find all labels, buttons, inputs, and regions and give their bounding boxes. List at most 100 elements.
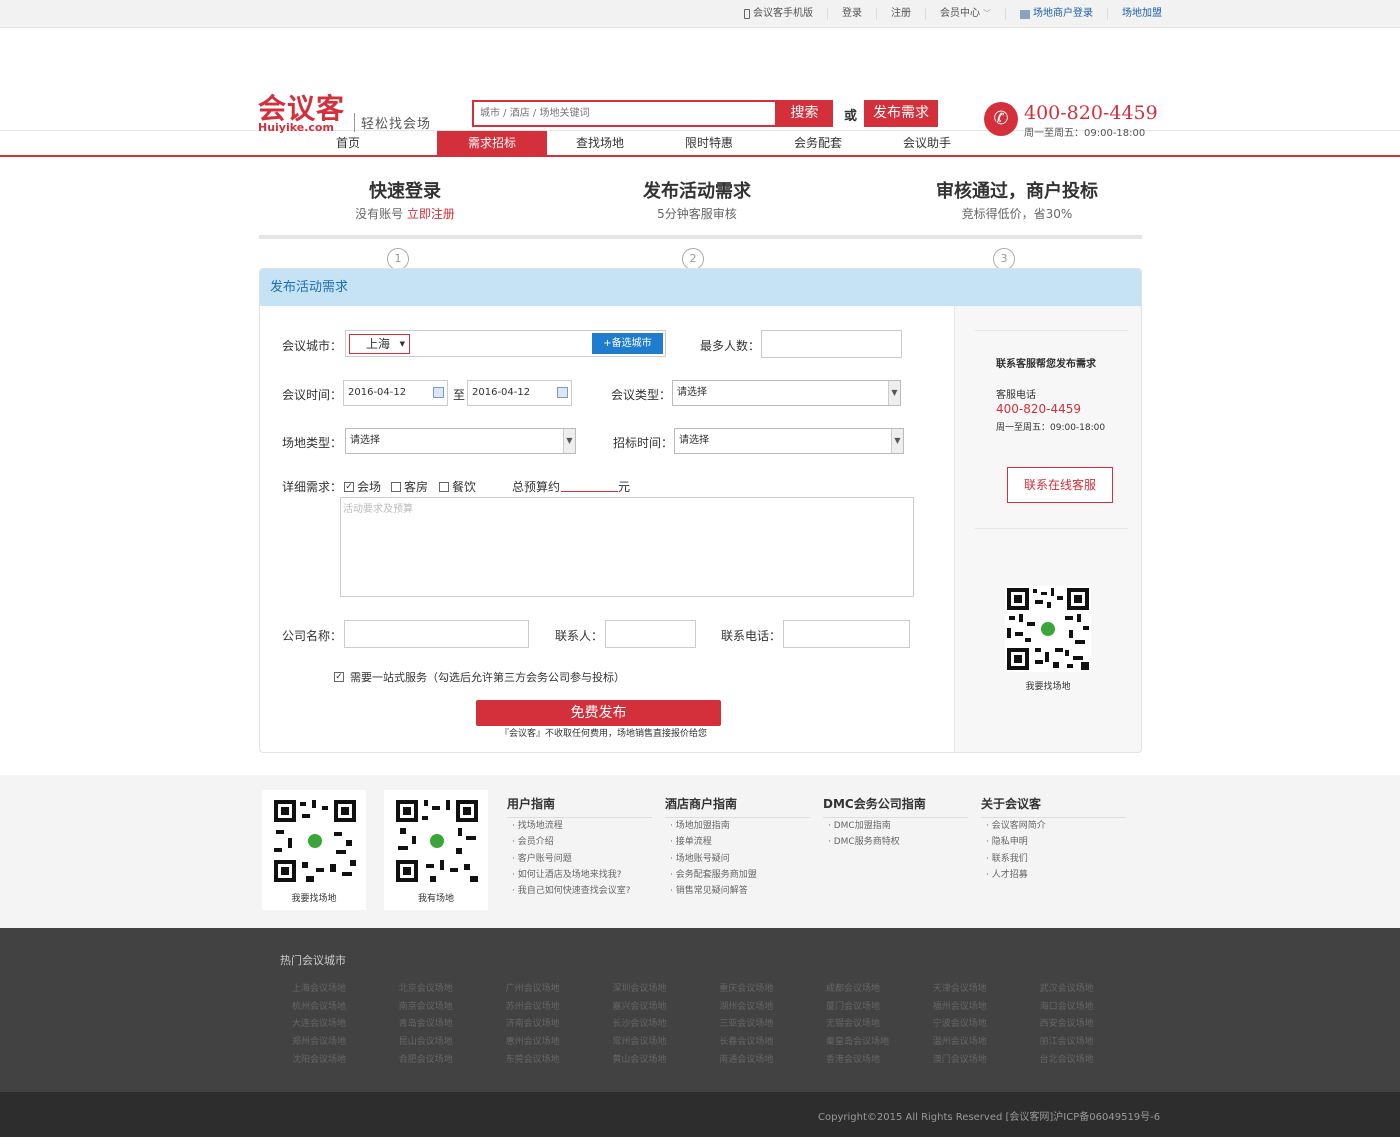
hot-city-link[interactable]: 苏州会议场地 — [506, 999, 560, 1012]
budget-unit: 元 — [618, 480, 631, 494]
footer-link[interactable]: · 找场地流程 — [507, 818, 652, 834]
one-stop-checkbox[interactable]: ✓ 需要一站式服务（勾选后允许第三方会务公司参与投标） — [334, 669, 625, 685]
hot-city-link[interactable]: 湖州会议场地 — [719, 999, 773, 1012]
hot-city-link[interactable]: 青岛会议场地 — [399, 1016, 453, 1029]
hot-city-link[interactable]: 嘉兴会议场地 — [612, 999, 666, 1012]
member-center-link[interactable]: 会员中心 ﹀ — [926, 8, 1006, 20]
demand-form: 会议城市： 上海 ▼ +备选城市 最多人数： 会议时间： 2016-04-12 至… — [260, 306, 954, 752]
hot-city-link[interactable]: 长春会议场地 — [719, 1034, 773, 1047]
logo[interactable]: 会议客 Huiyike.com 轻松找会场 — [258, 94, 430, 134]
hot-city-link[interactable]: 温州会议场地 — [933, 1034, 987, 1047]
budget-input[interactable] — [561, 491, 618, 492]
calendar-icon[interactable] — [433, 387, 444, 398]
hot-city-link[interactable]: 成都会议场地 — [826, 981, 880, 994]
hot-city-link[interactable]: 沈阳会议场地 — [292, 1052, 346, 1065]
date-to-input[interactable]: 2016-04-12 — [467, 380, 572, 406]
footer-link[interactable]: · 销售常见疑问解答 — [665, 883, 810, 899]
hot-city-link[interactable]: 海口会议场地 — [1040, 999, 1094, 1012]
venue-type-select[interactable]: 请选择 ▼ — [345, 428, 576, 454]
add-city-button[interactable]: +备选城市 — [592, 333, 663, 354]
register-now-link[interactable]: 立即注册 — [407, 207, 455, 221]
footer-link[interactable]: · 客户账号问题 — [507, 851, 652, 867]
hot-city-link[interactable]: 合肥会议场地 — [399, 1052, 453, 1065]
food-checkbox[interactable]: 餐饮 — [439, 478, 476, 495]
room-checkbox[interactable]: 客房 — [391, 478, 428, 495]
hot-city-link[interactable]: 郑州会议场地 — [292, 1034, 346, 1047]
meeting-type-select[interactable]: 请选择 ▼ — [672, 380, 901, 406]
footer-link[interactable]: · 场地账号疑问 — [665, 851, 810, 867]
hot-city-link[interactable]: 杭州会议场地 — [292, 999, 346, 1012]
hot-city-link[interactable]: 黄山会议场地 — [612, 1052, 666, 1065]
nav-find-venue[interactable]: 查找场地 — [545, 131, 655, 155]
building-icon — [1020, 9, 1030, 19]
footer-link[interactable]: · 会议客网简介 — [981, 818, 1126, 834]
footer-link[interactable]: · 我自己如何快速查找会议室? — [507, 883, 652, 899]
search-button[interactable]: 搜索 — [776, 100, 833, 127]
hot-city-link[interactable]: 宁波会议场地 — [933, 1016, 987, 1029]
nav-assistant[interactable]: 会议助手 — [872, 131, 982, 155]
contact-input[interactable] — [605, 620, 696, 648]
hot-city-link[interactable]: 丽江会议场地 — [1040, 1034, 1094, 1047]
hot-city-link[interactable]: 长沙会议场地 — [612, 1016, 666, 1029]
nav-services[interactable]: 会务配套 — [763, 131, 873, 155]
hot-city-link[interactable]: 厦门会议场地 — [826, 999, 880, 1012]
register-link[interactable]: 注册 — [877, 8, 926, 20]
footer-link[interactable]: · 联系我们 — [981, 851, 1126, 867]
login-link[interactable]: 登录 — [828, 8, 877, 20]
max-people-input[interactable] — [761, 330, 902, 358]
city-select[interactable]: 上海 ▼ — [349, 334, 410, 354]
hot-city-link[interactable]: 南京会议场地 — [399, 999, 453, 1012]
nav-bidding[interactable]: 需求招标 — [437, 131, 547, 155]
footer-link[interactable]: · DMC服务商特权 — [823, 834, 968, 850]
nav-home[interactable]: 首页 — [293, 131, 403, 155]
checkbox-checked-icon: ✓ — [334, 672, 344, 682]
hot-city-link[interactable]: 济南会议场地 — [506, 1016, 560, 1029]
hot-city-link[interactable]: 西安会议场地 — [1040, 1016, 1094, 1029]
hot-city-link[interactable]: 上海会议场地 — [292, 981, 346, 994]
hot-city-link[interactable]: 福州会议场地 — [933, 999, 987, 1012]
company-input[interactable] — [344, 620, 529, 648]
step-3: 审核通过，商户投标 竞标得低价，省30% 3 — [917, 181, 1117, 270]
calendar-icon[interactable] — [557, 387, 568, 398]
hot-city-link[interactable]: 武汉会议场地 — [1040, 981, 1094, 994]
contact-phone-input[interactable] — [783, 620, 910, 648]
mobile-link[interactable]: 会议客手机版 — [730, 8, 828, 20]
online-service-button[interactable]: 联系在线客服 — [1007, 467, 1113, 503]
hot-city-link[interactable]: 三亚会议场地 — [719, 1016, 773, 1029]
step-2-number: 2 — [682, 248, 704, 270]
search-input[interactable] — [474, 102, 775, 125]
nav-limited-offer[interactable]: 限时特惠 — [654, 131, 764, 155]
hot-city-link[interactable]: 台北会议场地 — [1040, 1052, 1094, 1065]
footer-link[interactable]: · 接单流程 — [665, 834, 810, 850]
footer-link[interactable]: · 隐私申明 — [981, 834, 1126, 850]
footer-link[interactable]: · 人才招募 — [981, 867, 1126, 883]
merchant-login-link[interactable]: 场地商户登录 — [1006, 8, 1108, 20]
hot-city-link[interactable]: 重庆会议场地 — [719, 981, 773, 994]
requirements-textarea[interactable]: 活动要求及预算 — [340, 497, 914, 597]
free-publish-button[interactable]: 免费发布 — [476, 700, 721, 726]
hot-city-link[interactable]: 秦皇岛会议场地 — [826, 1034, 889, 1047]
footer-link[interactable]: · 会务配套服务商加盟 — [665, 867, 810, 883]
hot-city-link[interactable]: 广州会议场地 — [506, 981, 560, 994]
footer-link[interactable]: · 会员介绍 — [507, 834, 652, 850]
hot-city-link[interactable]: 澳门会议场地 — [933, 1052, 987, 1065]
hot-city-link[interactable]: 惠州会议场地 — [506, 1034, 560, 1047]
footer-link[interactable]: · 场地加盟指南 — [665, 818, 810, 834]
hot-city-link[interactable]: 大连会议场地 — [292, 1016, 346, 1029]
bid-time-select[interactable]: 请选择 ▼ — [674, 428, 904, 454]
footer-link[interactable]: · DMC加盟指南 — [823, 818, 968, 834]
venue-checkbox[interactable]: ✓ 会场 — [344, 478, 381, 495]
hot-city-link[interactable]: 昆山会议场地 — [399, 1034, 453, 1047]
hot-city-link[interactable]: 常州会议场地 — [612, 1034, 666, 1047]
hot-city-link[interactable]: 香港会议场地 — [826, 1052, 880, 1065]
hot-city-link[interactable]: 无锡会议场地 — [826, 1016, 880, 1029]
hot-city-link[interactable]: 北京会议场地 — [399, 981, 453, 994]
hot-city-link[interactable]: 南通会议场地 — [719, 1052, 773, 1065]
footer-link[interactable]: · 如何让酒店及场地来找我? — [507, 867, 652, 883]
join-link[interactable]: 场地加盟 — [1108, 8, 1176, 20]
publish-demand-button[interactable]: 发布需求 — [864, 100, 938, 127]
hot-city-link[interactable]: 深圳会议场地 — [612, 981, 666, 994]
date-from-input[interactable]: 2016-04-12 — [343, 380, 448, 406]
hot-city-link[interactable]: 东莞会议场地 — [506, 1052, 560, 1065]
hot-city-link[interactable]: 天津会议场地 — [933, 981, 987, 994]
